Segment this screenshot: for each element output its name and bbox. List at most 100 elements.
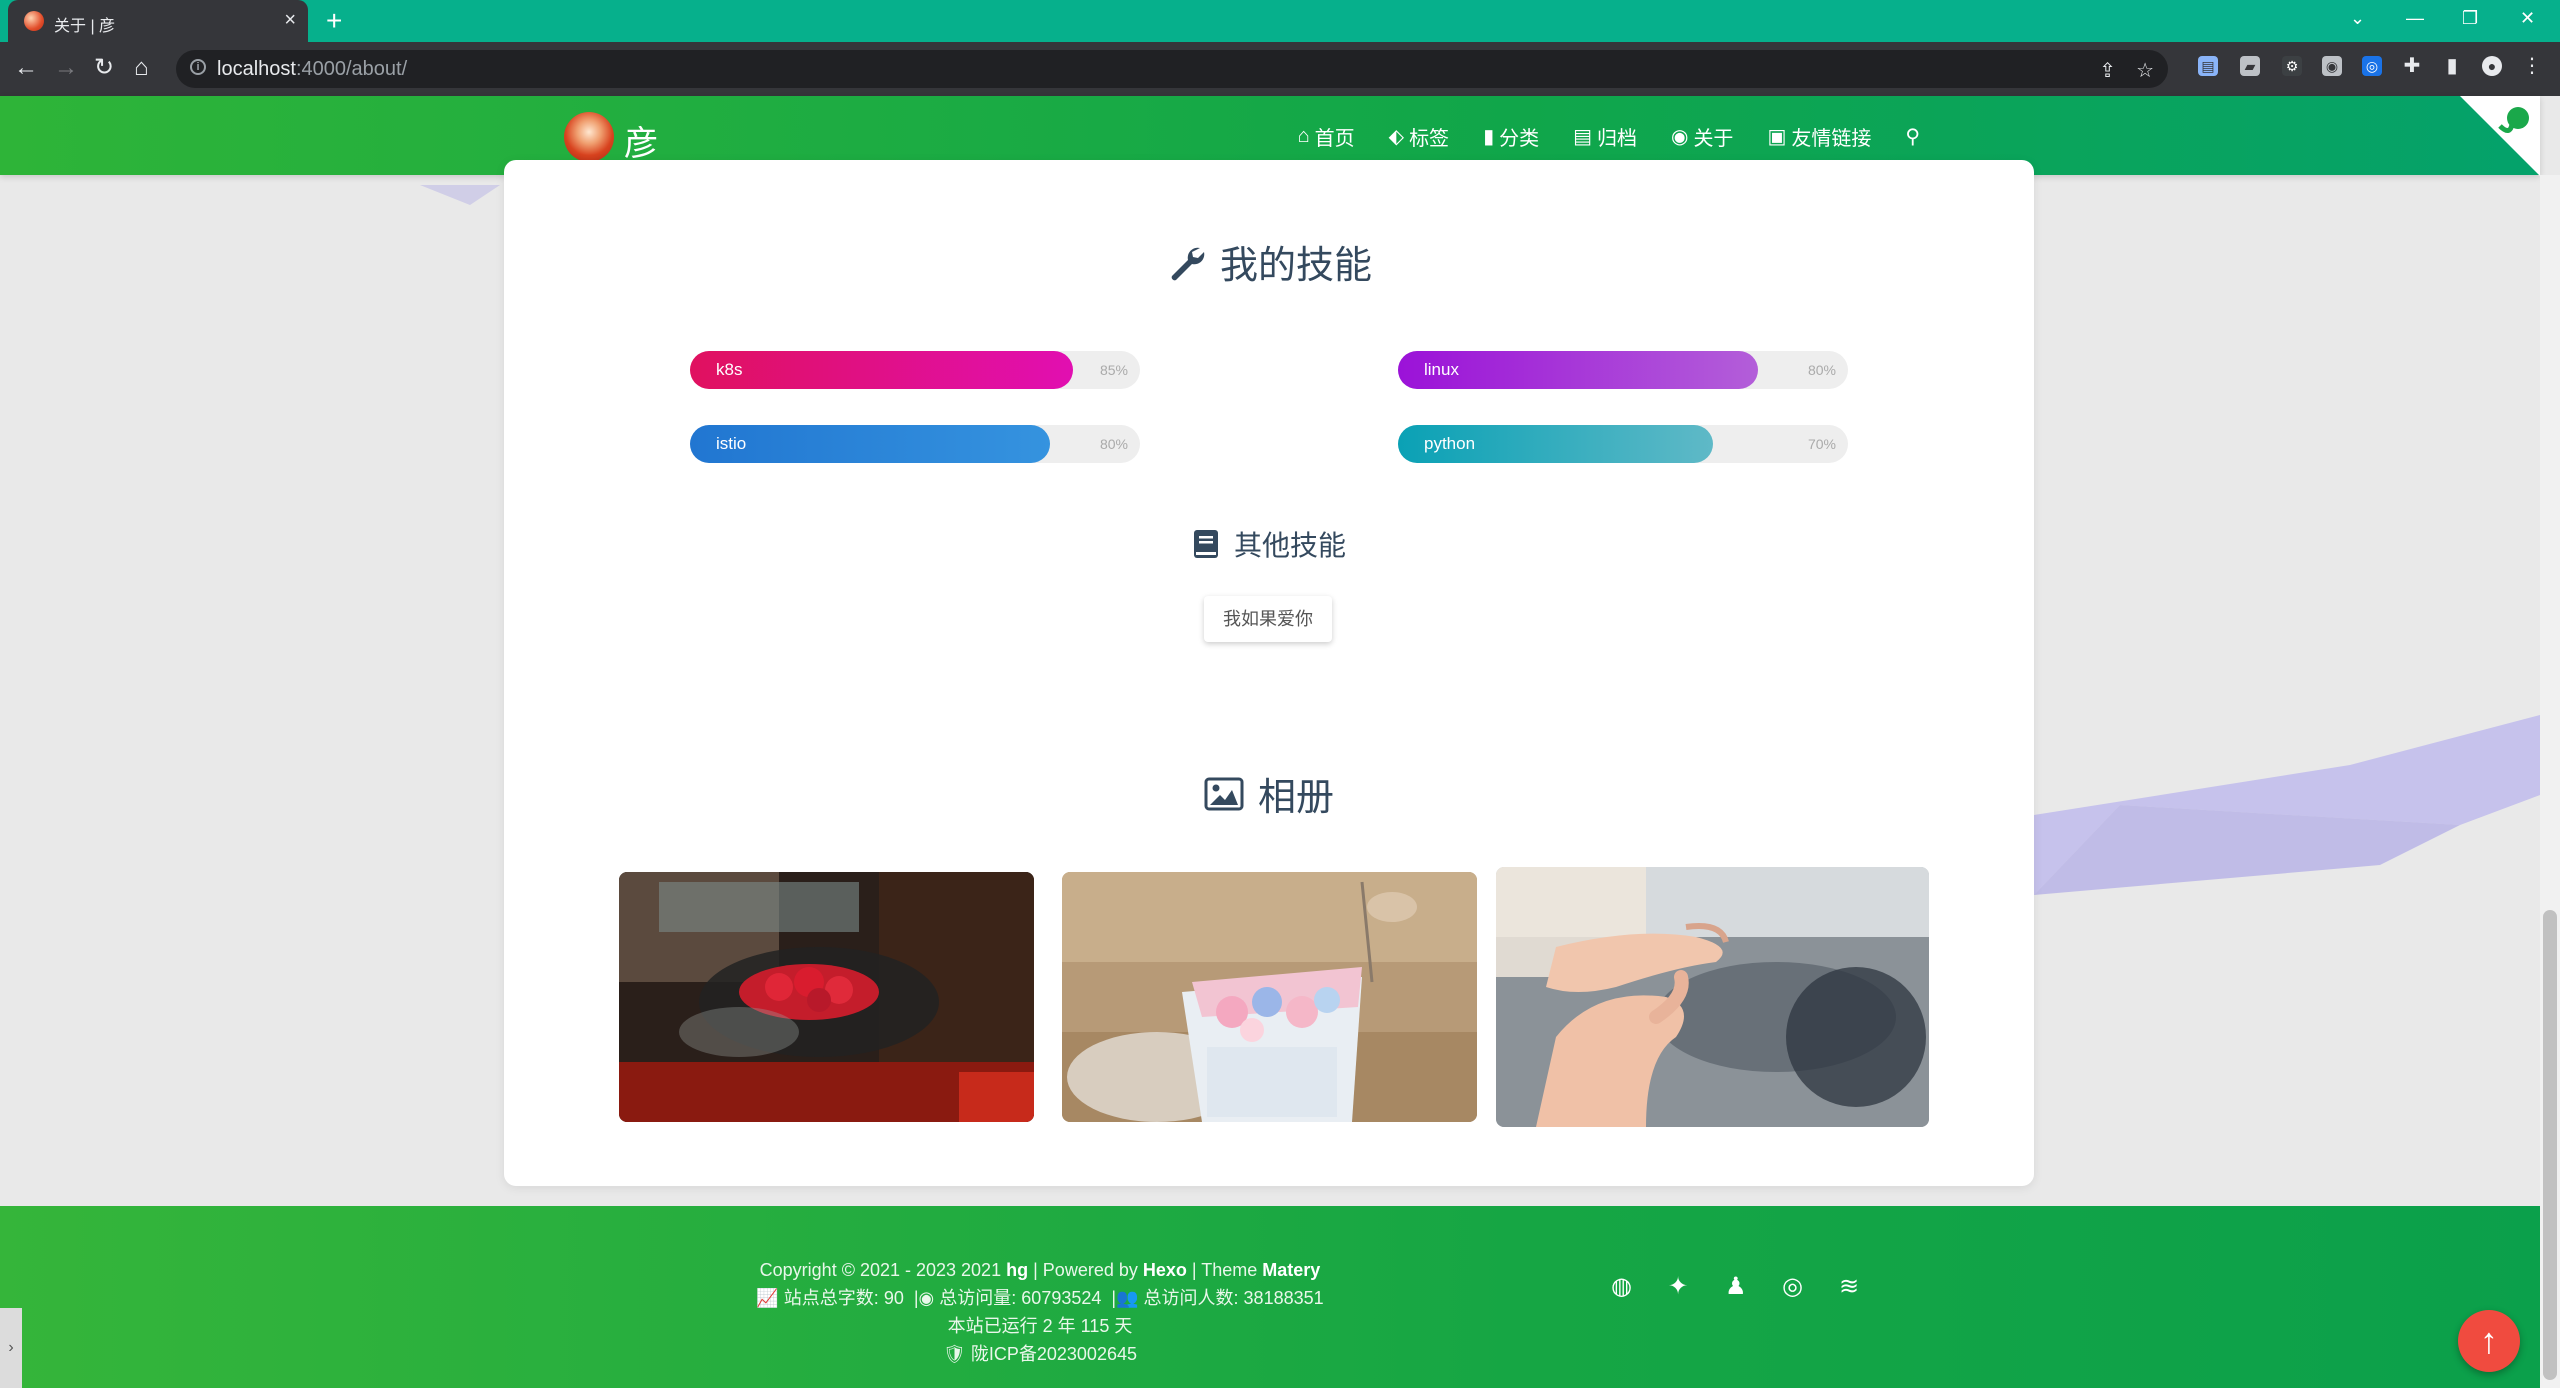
- nav-label: 归档: [1596, 128, 1637, 150]
- album-photo-roses[interactable]: [619, 872, 1034, 1122]
- eye-icon: ◉: [918, 1288, 935, 1308]
- skill-label: k8s: [716, 360, 743, 379]
- album-heading: 相册: [504, 766, 2034, 821]
- tab-close-icon[interactable]: ×: [284, 9, 296, 31]
- nav-item-friends[interactable]: ▣ 友情链接: [1767, 122, 1871, 151]
- police-badge-icon: 🛡: [943, 1344, 966, 1364]
- home-button-icon[interactable]: ⌂: [134, 54, 149, 82]
- side-panel-icon[interactable]: ▮: [2442, 56, 2462, 76]
- about-card: 我的技能 k8s 85% linux 80% istio 80% python …: [504, 160, 2034, 1186]
- back-icon[interactable]: ←: [14, 54, 38, 82]
- reload-icon[interactable]: ↻: [94, 54, 114, 82]
- skill-label: linux: [1424, 360, 1459, 379]
- other-skills-heading: 其他技能: [504, 524, 2034, 564]
- weibo-icon[interactable]: ◎: [1782, 1272, 1803, 1301]
- nav-item-home[interactable]: ⌂ 首页: [1298, 122, 1355, 151]
- album-title: 相册: [1257, 777, 1334, 819]
- arrow-up-icon: ↑: [2480, 1320, 2498, 1361]
- nav-item-tags[interactable]: ⬖ 标签: [1389, 122, 1449, 151]
- site-favicon-icon: [24, 11, 44, 31]
- site-info-icon[interactable]: i: [190, 59, 206, 75]
- minimize-button[interactable]: —: [2406, 8, 2424, 29]
- skill-bar-linux: linux 80%: [1398, 351, 1848, 389]
- footer-icp: 🛡 陇ICP备2023002645: [700, 1340, 1380, 1368]
- album-photo-hands[interactable]: [1496, 867, 1929, 1127]
- archive-icon: ▤: [1573, 126, 1592, 148]
- extension-4-icon[interactable]: ◉: [2322, 56, 2342, 76]
- skill-percent: 70%: [1807, 436, 1836, 452]
- skill-label: istio: [716, 434, 747, 453]
- bookmark-icon: ▮: [1483, 126, 1495, 148]
- nav-item-about[interactable]: ◉ 关于: [1671, 122, 1733, 151]
- extensions-puzzle-icon[interactable]: ✚: [2402, 56, 2422, 76]
- roses-bouquet-image: [619, 872, 1034, 1122]
- site-logo-text[interactable]: 彦: [624, 116, 658, 165]
- back-to-top-button[interactable]: ↑: [2458, 1310, 2520, 1372]
- skill-percent: 85%: [1099, 362, 1128, 378]
- users-icon: 👥: [1116, 1288, 1139, 1308]
- extension-3-icon[interactable]: ⚙: [2282, 56, 2302, 76]
- footer-uptime: 本站已运行 2 年 115 天: [947, 1316, 1133, 1336]
- address-book-icon: ▣: [1767, 126, 1787, 148]
- skill-bar-k8s: k8s 85%: [690, 351, 1140, 389]
- pinky-promise-image: [1496, 867, 1929, 1127]
- footer-stats: 📈 站点总字数: 90 |◉ 总访问量: 60793524 |👥 总访问人数: …: [756, 1288, 1324, 1308]
- tab-title: 关于 | 彦: [54, 18, 116, 35]
- restore-button[interactable]: ❐: [2462, 8, 2478, 29]
- search-icon: ⚲: [1905, 126, 1920, 148]
- footer-copyright: Copyright © 2021 - 2023 2021 hg | Powere…: [759, 1260, 1321, 1280]
- qq-icon[interactable]: ♟: [1725, 1272, 1747, 1301]
- hexo-link[interactable]: Hexo: [1143, 1260, 1187, 1280]
- nav-item-archive[interactable]: ▤ 归档: [1573, 122, 1637, 151]
- nav-label: 标签: [1409, 128, 1450, 150]
- share-icon[interactable]: ⇪: [2099, 58, 2116, 83]
- extension-2-icon[interactable]: ▰: [2240, 56, 2260, 76]
- nav-label: 友情链接: [1791, 128, 1872, 150]
- url-text[interactable]: localhost:4000/about/: [217, 58, 407, 81]
- profile-avatar-icon[interactable]: ●: [2482, 56, 2502, 76]
- nav-item-search[interactable]: ⚲: [1905, 122, 1920, 151]
- other-skills-title: 其他技能: [1233, 530, 1346, 561]
- nav-label: 首页: [1314, 128, 1355, 150]
- tags-icon: ⬖: [1388, 126, 1405, 148]
- skill-bar-python: python 70%: [1398, 425, 1848, 463]
- github-icon[interactable]: ◍: [1611, 1272, 1632, 1301]
- browser-tab-bar: 关于 | 彦 × + ⌄ — ❐ ✕: [0, 0, 2560, 42]
- site-logo-icon[interactable]: [564, 112, 614, 162]
- browser-menu-icon[interactable]: ⋮: [2522, 56, 2542, 76]
- rss-icon[interactable]: ≋: [1839, 1272, 1859, 1301]
- user-circle-icon: ◉: [1670, 126, 1689, 148]
- github-corner-icon[interactable]: [2460, 96, 2540, 176]
- home-icon: ⌂: [1297, 125, 1310, 147]
- gift-flowers-image: [1062, 872, 1477, 1122]
- matery-link[interactable]: Matery: [1262, 1260, 1320, 1280]
- forward-icon[interactable]: →: [54, 54, 78, 82]
- new-tab-button[interactable]: +: [326, 6, 342, 36]
- twitter-icon[interactable]: ✦: [1668, 1272, 1688, 1301]
- nav-label: 分类: [1499, 128, 1540, 150]
- skill-percent: 80%: [1807, 362, 1836, 378]
- address-bar[interactable]: i localhost:4000/about/ ⇪ ☆: [176, 50, 2168, 88]
- browser-tab[interactable]: 关于 | 彦 ×: [8, 0, 308, 42]
- site-footer: Copyright © 2021 - 2023 2021 hg | Powere…: [0, 1206, 2540, 1388]
- main-navigation: ⌂ 首页 ⬖ 标签 ▮ 分类 ▤ 归档 ◉ 关于 ▣ 友情链接 ⚲: [1298, 122, 1920, 151]
- browser-toolbar: ← → ↻ ⌂ i localhost:4000/about/ ⇪ ☆ ▤ ▰ …: [0, 42, 2560, 96]
- scrollbar-thumb[interactable]: [2543, 910, 2557, 1380]
- icp-link[interactable]: 陇ICP备2023002645: [971, 1344, 1137, 1364]
- side-expand-tab[interactable]: ›: [0, 1308, 22, 1388]
- tab-search-icon[interactable]: ⌄: [2350, 8, 2365, 29]
- author-link[interactable]: hg: [1006, 1260, 1028, 1280]
- skill-percent: 80%: [1099, 436, 1128, 452]
- skill-bar-fill: [690, 351, 1073, 389]
- nav-item-categories[interactable]: ▮ 分类: [1483, 122, 1539, 151]
- bookmark-star-icon[interactable]: ☆: [2136, 58, 2154, 83]
- skill-chip[interactable]: 我如果爱你: [1204, 596, 1332, 642]
- nav-label: 关于: [1693, 128, 1734, 150]
- extension-5-icon[interactable]: ◎: [2362, 56, 2382, 76]
- close-window-button[interactable]: ✕: [2520, 8, 2535, 29]
- page-scrollbar[interactable]: [2540, 175, 2560, 1388]
- skill-label: python: [1424, 434, 1476, 453]
- area-chart-icon: 📈: [756, 1288, 779, 1308]
- extension-1-icon[interactable]: ▤: [2198, 56, 2218, 76]
- album-photo-gift[interactable]: [1062, 872, 1477, 1122]
